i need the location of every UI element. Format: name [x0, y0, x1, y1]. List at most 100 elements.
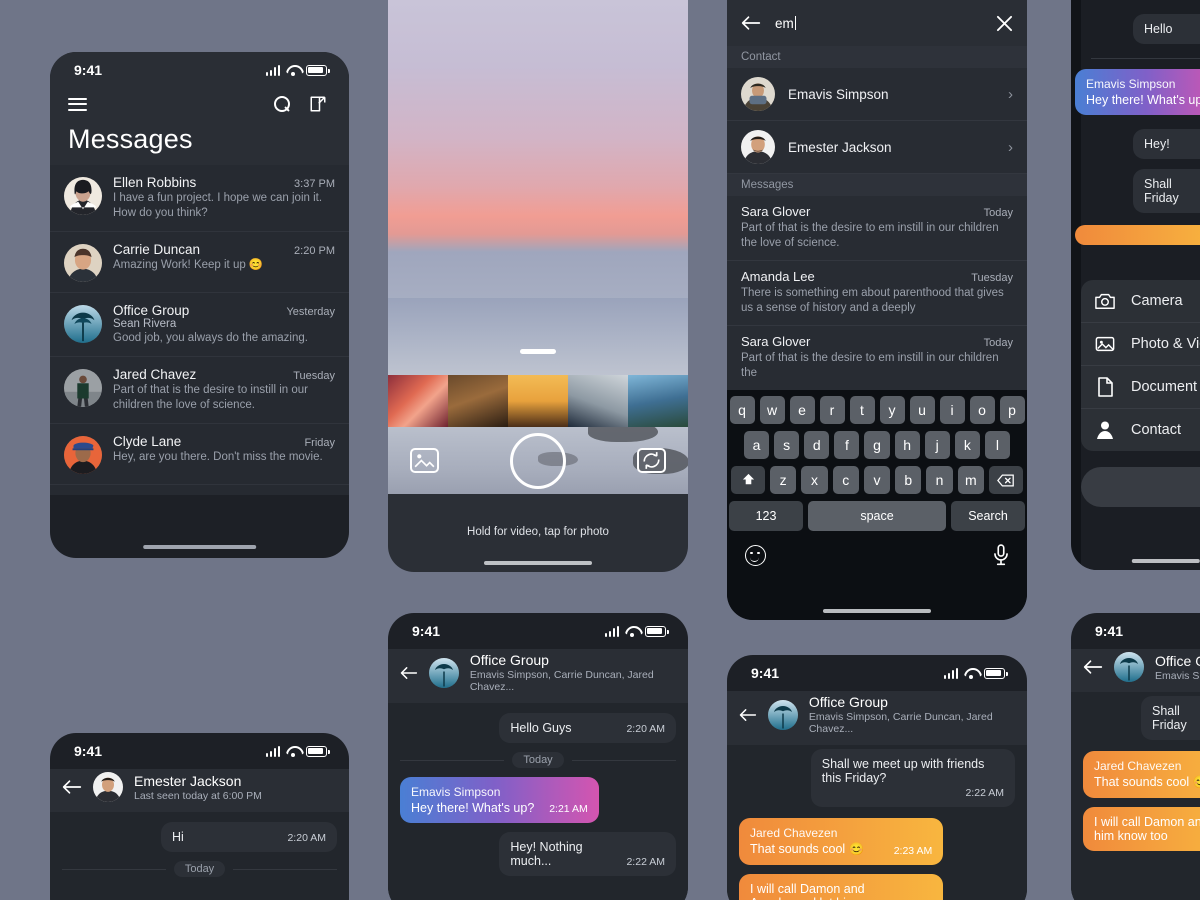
list-item[interactable]: Aaron Ward 17/05/18 Please check my new … — [50, 485, 349, 495]
key-o[interactable]: o — [969, 396, 995, 424]
chat-bubble[interactable]: Emavis Simpson Hey there! What's up? — [1075, 69, 1200, 115]
photo-thumb[interactable] — [448, 375, 508, 427]
chat-bubble[interactable]: Shall Friday — [1141, 696, 1200, 740]
chat-bubble[interactable]: Hey! Nothing much... 2:22 AM — [499, 832, 676, 876]
chat-bubble[interactable]: Shall Friday — [1133, 169, 1200, 213]
back-arrow-icon[interactable] — [400, 665, 418, 681]
key-s[interactable]: s — [774, 431, 800, 459]
emoji-icon[interactable] — [745, 544, 766, 566]
search-input[interactable]: em — [775, 15, 982, 31]
backspace-key[interactable] — [988, 466, 1023, 494]
avatar[interactable] — [93, 772, 123, 802]
microphone-icon[interactable] — [993, 544, 1009, 566]
photo-thumb[interactable] — [388, 375, 448, 427]
attachment-option-contact[interactable]: Contact — [1081, 409, 1200, 451]
camera-flip-icon[interactable] — [637, 448, 666, 473]
chat-bubble[interactable]: I will call Damon and Anuska and let him… — [739, 874, 944, 900]
key-z[interactable]: z — [770, 466, 797, 494]
on-screen-keyboard[interactable]: q w e r t y u i o p a s d f g h j k l z … — [727, 390, 1027, 620]
attachment-option-camera[interactable]: Camera — [1081, 280, 1200, 323]
contact-result-row[interactable]: Emester Jackson › — [727, 121, 1027, 174]
key-d[interactable]: d — [804, 431, 830, 459]
key-q[interactable]: q — [729, 396, 755, 424]
message-result-row[interactable]: Sara Glover Today Part of that is the de… — [727, 326, 1027, 391]
numbers-key[interactable]: 123 — [729, 501, 803, 531]
photo-thumb[interactable] — [568, 375, 628, 427]
chat-bubble[interactable]: Hi 2:20 AM — [161, 822, 337, 852]
key-y[interactable]: y — [879, 396, 905, 424]
key-h[interactable]: h — [894, 431, 920, 459]
status-time: 9:41 — [1095, 623, 1124, 639]
home-indicator[interactable] — [484, 561, 592, 565]
key-w[interactable]: w — [759, 396, 785, 424]
photo-thumb[interactable] — [628, 375, 688, 427]
list-item[interactable]: Ellen Robbins 3:37 PM I have a fun proje… — [50, 165, 349, 232]
key-u[interactable]: u — [909, 396, 935, 424]
chat-bubble-partial[interactable] — [1075, 225, 1200, 245]
camera-viewfinder[interactable] — [388, 0, 688, 494]
key-j[interactable]: j — [924, 431, 950, 459]
chat-bubble[interactable]: Jared Chavezen That sounds cool 😊 2:23 A… — [739, 818, 944, 865]
gallery-drag-handle[interactable] — [520, 349, 556, 354]
key-x[interactable]: x — [801, 466, 828, 494]
chat-bubble[interactable]: Hello — [1133, 14, 1200, 44]
chat-bubble[interactable]: Hey! — [1133, 129, 1200, 159]
gallery-icon[interactable] — [410, 448, 439, 473]
battery-icon — [645, 625, 669, 637]
avatar-group[interactable] — [428, 657, 459, 688]
chat-bubble[interactable]: Hello Guys 2:20 AM — [499, 713, 676, 743]
chat-bubble[interactable]: Jared Chavezen That sounds cool 😊 — [1083, 751, 1200, 798]
attachment-option-photo[interactable]: Photo & Video — [1081, 323, 1200, 366]
key-r[interactable]: r — [819, 396, 845, 424]
space-key[interactable]: space — [808, 501, 946, 531]
chat-bubble[interactable]: Shall we meet up with friends this Frida… — [810, 749, 1015, 807]
key-i[interactable]: i — [939, 396, 965, 424]
list-item[interactable]: Carrie Duncan 2:20 PM Amazing Work! Keep… — [50, 232, 349, 293]
shift-key[interactable] — [731, 466, 766, 494]
key-g[interactable]: g — [864, 431, 890, 459]
back-arrow-icon[interactable] — [739, 707, 757, 723]
back-arrow-icon[interactable] — [1083, 659, 1103, 675]
sky-background — [388, 0, 688, 300]
attachment-option-document[interactable]: Document — [1081, 366, 1200, 409]
search-icon[interactable] — [274, 95, 291, 113]
message-result-row[interactable]: Sara Glover Today Part of that is the de… — [727, 196, 1027, 261]
message-input-bar[interactable] — [1081, 467, 1200, 507]
bubble-text: Hi — [172, 830, 184, 844]
avatar-group[interactable] — [1114, 652, 1144, 682]
home-indicator[interactable] — [1131, 559, 1200, 563]
search-key[interactable]: Search — [951, 501, 1025, 531]
key-a[interactable]: a — [744, 431, 770, 459]
key-k[interactable]: k — [954, 431, 980, 459]
key-e[interactable]: e — [789, 396, 815, 424]
home-indicator[interactable] — [142, 545, 257, 549]
list-item[interactable]: Office Group Yesterday Sean Rivera Good … — [50, 293, 349, 357]
contact-result-row[interactable]: Emavis Simpson › — [727, 68, 1027, 121]
photo-thumb[interactable] — [508, 375, 568, 427]
recent-photos-strip[interactable] — [388, 375, 688, 427]
back-arrow-icon[interactable] — [741, 15, 761, 31]
close-icon[interactable] — [996, 15, 1013, 32]
key-l[interactable]: l — [984, 431, 1010, 459]
key-b[interactable]: b — [895, 466, 922, 494]
chat-bubble[interactable]: Emavis Simpson Hey there! What's up? 2:2… — [400, 777, 599, 823]
key-f[interactable]: f — [834, 431, 860, 459]
list-item[interactable]: Clyde Lane Friday Hey, are you there. Do… — [50, 424, 349, 485]
chat-bubble[interactable]: I will call Damon and him know too — [1083, 807, 1200, 851]
key-t[interactable]: t — [849, 396, 875, 424]
home-indicator[interactable] — [823, 609, 931, 613]
back-arrow-icon[interactable] — [62, 779, 82, 795]
shutter-button[interactable] — [510, 432, 566, 489]
key-n[interactable]: n — [926, 466, 953, 494]
key-p[interactable]: p — [999, 396, 1025, 424]
hamburger-icon[interactable] — [68, 94, 87, 114]
key-v[interactable]: v — [863, 466, 891, 494]
compose-icon[interactable] — [309, 95, 327, 113]
list-item[interactable]: Jared Chavez Tuesday Part of that is the… — [50, 357, 349, 424]
key-m[interactable]: m — [957, 466, 984, 494]
avatar-group[interactable] — [767, 699, 798, 730]
message-result-row[interactable]: Amanda Lee Tuesday There is something em… — [727, 261, 1027, 326]
key-c[interactable]: c — [832, 466, 859, 494]
conversation-list[interactable]: Ellen Robbins 3:37 PM I have a fun proje… — [50, 165, 349, 495]
attachment-menu[interactable]: Camera Photo & Video Document Contact — [1081, 280, 1200, 451]
